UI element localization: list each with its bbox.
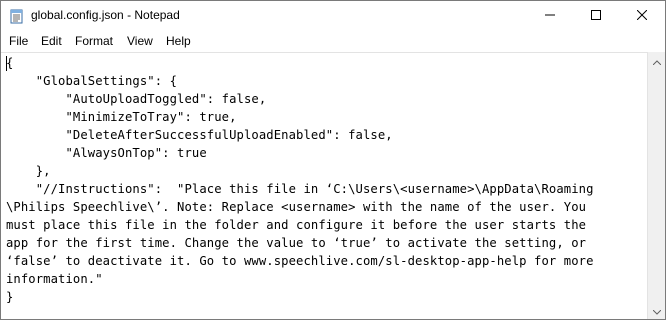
minimize-button[interactable] <box>527 1 573 31</box>
text-caret <box>6 56 7 71</box>
minimize-icon <box>545 7 555 25</box>
scroll-down-arrow-icon <box>652 302 662 320</box>
scroll-down-button[interactable] <box>648 302 665 320</box>
menu-format[interactable]: Format <box>75 34 113 48</box>
editor-line: ‘false’ to deactivate it. Go to www.spee… <box>6 254 594 268</box>
editor-line: information." <box>6 272 103 286</box>
editor-line: "AlwaysOnTop": true <box>6 146 207 160</box>
editor-line: \Philips Speechlive\’. Note: Replace <us… <box>6 200 587 214</box>
vertical-scrollbar[interactable] <box>647 52 665 320</box>
notepad-window: global.config.json - Notepad File Edit F… <box>0 0 666 320</box>
text-editor[interactable]: { "GlobalSettings": { "AutoUploadToggled… <box>1 52 647 319</box>
title-bar[interactable]: global.config.json - Notepad <box>1 1 665 31</box>
scroll-up-arrow-icon <box>652 52 662 70</box>
editor-line: } <box>6 290 14 304</box>
close-icon <box>636 7 648 25</box>
notepad-icon[interactable] <box>9 8 25 24</box>
menu-edit[interactable]: Edit <box>41 34 62 48</box>
scroll-up-button[interactable] <box>648 52 665 70</box>
editor-line: "GlobalSettings": { <box>6 74 178 88</box>
editor-line: "AutoUploadToggled": false, <box>6 92 267 106</box>
close-button[interactable] <box>619 1 665 31</box>
editor-line: { <box>6 56 14 70</box>
editor-text[interactable]: { "GlobalSettings": { "AutoUploadToggled… <box>6 54 594 306</box>
editor-line: "MinimizeToTray": true, <box>6 110 237 124</box>
editor-line: app for the first time. Change the value… <box>6 236 587 250</box>
editor-line: }, <box>6 164 51 178</box>
editor-line: "//Instructions": "Place this file in ‘C… <box>6 182 594 196</box>
menu-file[interactable]: File <box>9 34 28 48</box>
menu-bar: File Edit Format View Help <box>1 31 665 51</box>
maximize-button[interactable] <box>573 1 619 31</box>
maximize-icon <box>591 7 601 25</box>
menu-view[interactable]: View <box>127 34 153 48</box>
window-title: global.config.json - Notepad <box>31 8 180 22</box>
editor-line: must place this file in the folder and c… <box>6 218 587 232</box>
menu-help[interactable]: Help <box>166 34 191 48</box>
editor-line: "DeleteAfterSuccessfulUploadEnabled": fa… <box>6 128 393 142</box>
